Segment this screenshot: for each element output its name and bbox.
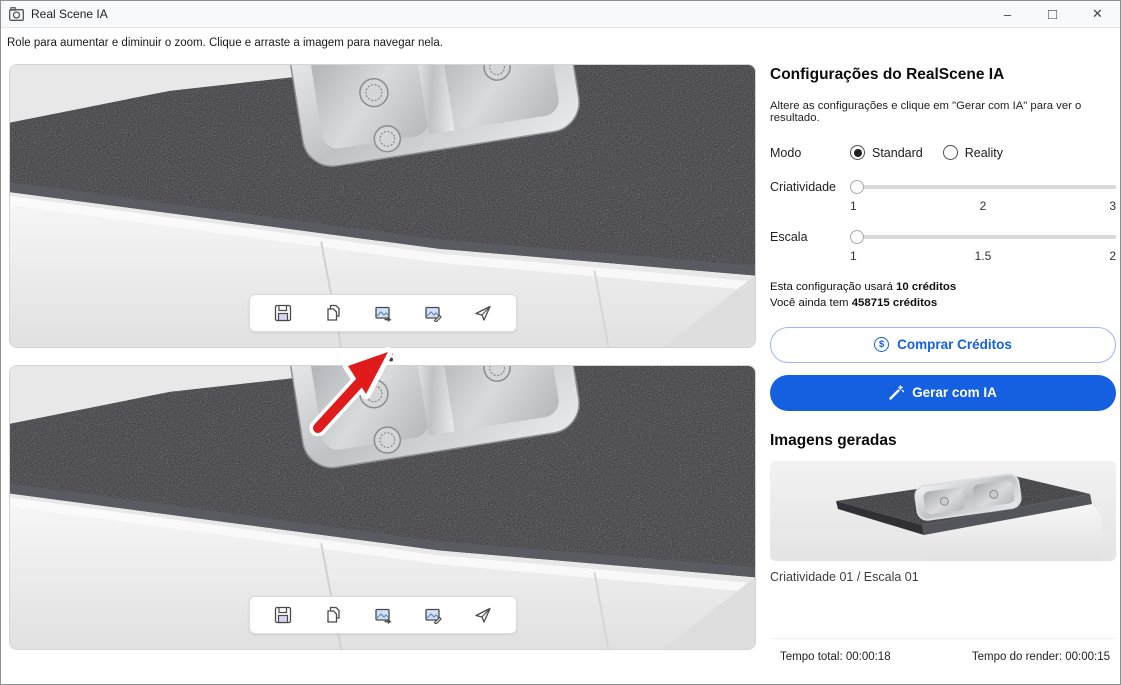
export-image-button[interactable] [374, 304, 392, 322]
radio-reality-label: Reality [964, 145, 1003, 160]
credits-info: Esta configuração usará 10 créditos Você… [770, 280, 1116, 312]
generated-thumbnail-image [770, 461, 1116, 561]
credits-balance-line: Você ainda tem 458715 créditos [770, 296, 938, 309]
escala-slider-handle[interactable] [850, 230, 864, 244]
send-icon [474, 607, 491, 623]
copy-button[interactable] [324, 304, 342, 322]
settings-subtitle: Altere as configurações e clique em "Ger… [770, 100, 1082, 124]
mode-label: Modo [770, 145, 802, 160]
generated-images-title: Imagens geradas [770, 431, 897, 449]
edit-image-icon [424, 306, 442, 322]
time-status-bar: Tempo total: 00:00:18 Tempo do render: 0… [770, 638, 1116, 675]
image-toolbar-1 [248, 294, 517, 332]
generate-ai-button[interactable]: Gerar com IA [770, 374, 1116, 411]
criatividade-slider[interactable] [850, 180, 1116, 194]
tick-label: 1 [850, 249, 857, 263]
save-button[interactable] [274, 304, 292, 322]
tick-label: 1.5 [974, 249, 992, 263]
minimize-button[interactable]: – [985, 1, 1030, 27]
send-button[interactable] [474, 606, 492, 624]
total-time-label: Tempo total: 00:00:18 [780, 651, 891, 663]
zoom-instruction-text: Role para aumentar e diminuir o zoom. Cl… [7, 37, 443, 49]
edit-image-icon [424, 608, 442, 624]
escala-label: Escala [770, 230, 808, 244]
escala-slider-row: Escala 1 1.5 2 [770, 230, 1116, 263]
thumbnail-caption: Criatividade 01 / Escala 01 [770, 569, 919, 584]
tick-label: 2 [979, 199, 987, 213]
send-button[interactable] [474, 304, 492, 322]
tick-label: 3 [1109, 199, 1116, 213]
close-button[interactable]: ✕ [1075, 1, 1120, 27]
drag-dots-icon[interactable] [370, 350, 396, 363]
radio-reality-circle[interactable] [942, 145, 958, 160]
tick-label: 2 [1109, 249, 1116, 263]
criatividade-label: Criatividade [770, 180, 837, 194]
edit-image-button[interactable] [424, 606, 442, 624]
export-image-icon [374, 306, 391, 322]
criatividade-slider-handle[interactable] [850, 180, 864, 194]
criatividade-slider-row: Criatividade 1 2 3 [770, 180, 1116, 213]
export-image-button[interactable] [374, 606, 392, 624]
credits-balance-value: 458715 créditos [851, 296, 938, 309]
render-time-label: Tempo do render: 00:00:15 [971, 651, 1110, 663]
credits-usage-value: 10 créditos [896, 281, 957, 293]
copy-button[interactable] [324, 606, 342, 624]
panel-divider[interactable] [9, 348, 756, 365]
escala-slider[interactable] [850, 230, 1116, 244]
save-icon [274, 606, 291, 624]
magic-wand-icon [889, 385, 905, 401]
radio-standard-circle[interactable] [850, 145, 865, 160]
dollar-icon: $ [874, 337, 890, 353]
render-image-1[interactable] [9, 64, 756, 348]
settings-sidebar: Configurações do RealScene IA Altere as … [770, 61, 1116, 675]
maximize-button[interactable]: □ [1030, 1, 1075, 27]
render-image-2[interactable] [9, 365, 756, 650]
credits-usage-line: Esta configuração usará 10 créditos [770, 281, 957, 293]
generated-thumbnail[interactable] [770, 460, 1116, 561]
window-titlebar: Real Scene IA – □ ✕ [1, 1, 1120, 28]
radio-standard-label: Standard [872, 145, 923, 160]
window-title: Real Scene IA [31, 7, 108, 21]
radio-reality[interactable]: Reality [942, 145, 1003, 160]
export-image-icon [374, 608, 391, 624]
copy-icon [326, 606, 340, 623]
settings-title: Configurações do RealScene IA [770, 66, 1005, 83]
render-viewer [9, 64, 756, 650]
save-icon [274, 304, 291, 322]
radio-standard[interactable]: Standard [850, 145, 923, 160]
mode-row: Modo Standard Reality [770, 145, 1116, 160]
buy-credits-button[interactable]: $ Comprar Créditos [770, 326, 1116, 363]
send-icon [474, 305, 491, 321]
save-button[interactable] [274, 606, 292, 624]
generate-ai-label: Gerar com IA [912, 385, 997, 401]
buy-credits-label: Comprar Créditos [897, 337, 1012, 353]
image-toolbar-2 [248, 596, 517, 634]
camera-app-icon [9, 7, 24, 21]
tick-label: 1 [850, 199, 857, 213]
copy-icon [326, 304, 340, 321]
edit-image-button[interactable] [424, 304, 442, 322]
